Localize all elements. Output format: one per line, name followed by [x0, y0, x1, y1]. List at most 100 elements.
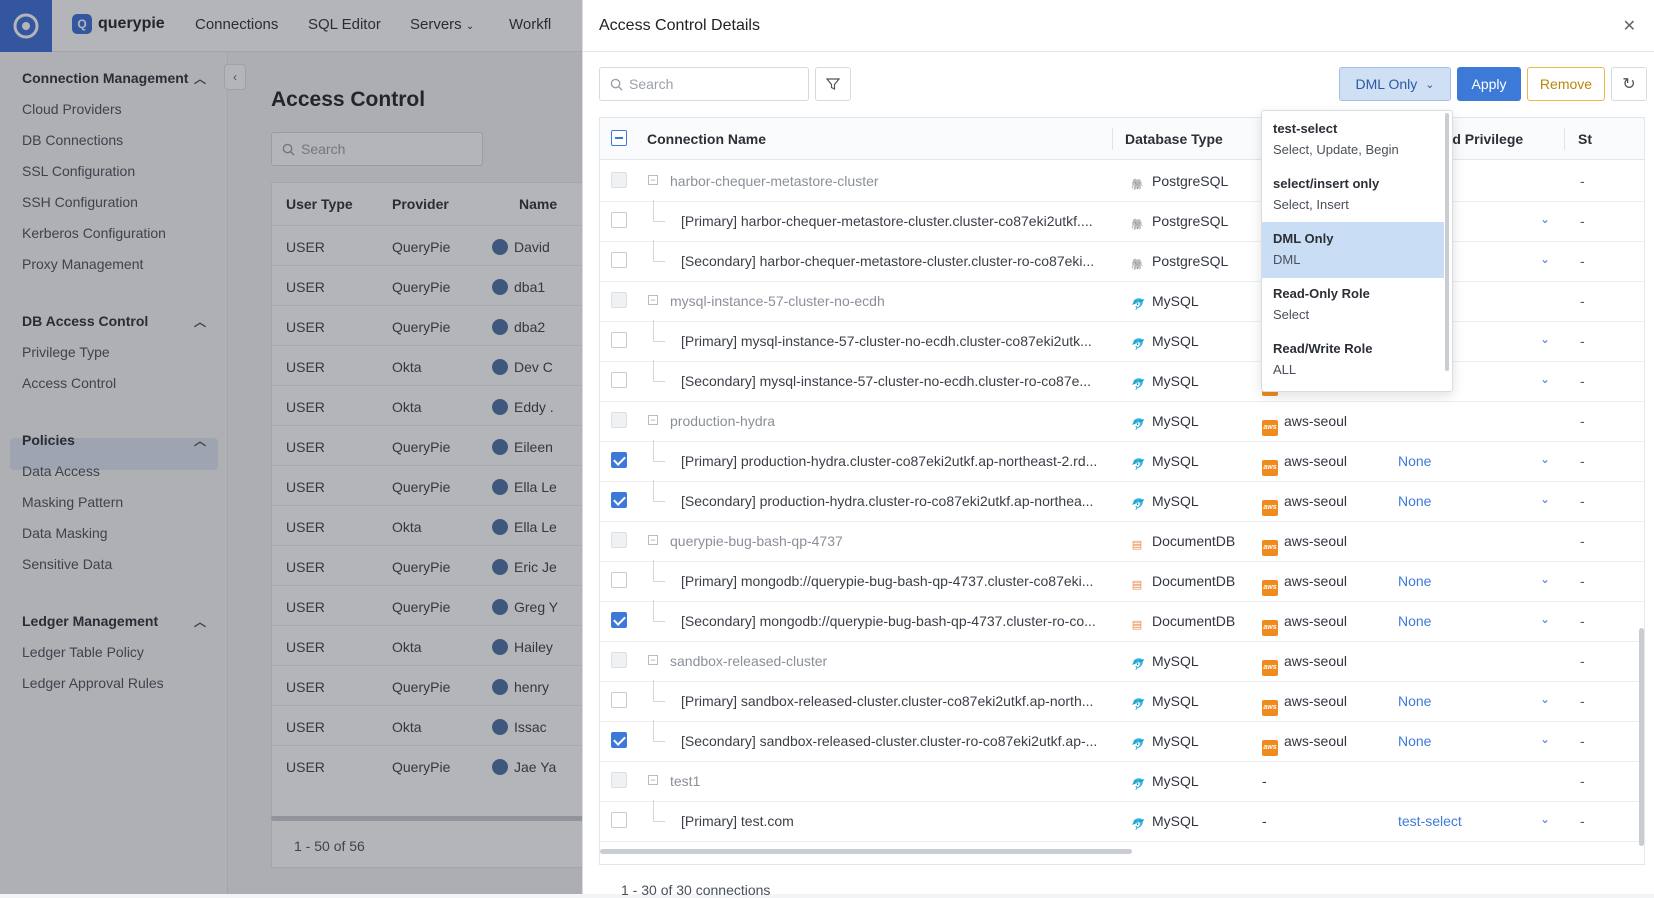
table-row[interactable]: [Primary] test.com 🐬 MySQL - test-select ⌄ -: [600, 800, 1644, 842]
chevron-down-icon: ⌄: [1425, 78, 1435, 91]
chevron-down-icon[interactable]: ⌄: [1540, 692, 1550, 706]
dropdown-option[interactable]: Read-Only Role Select: [1262, 277, 1444, 333]
status-cell: -: [1580, 253, 1585, 269]
refresh-button[interactable]: ↻: [1611, 67, 1647, 101]
chevron-down-icon[interactable]: ⌄: [1540, 732, 1550, 746]
table-row[interactable]: − test1 🐬 MySQL - -: [600, 760, 1644, 802]
documentdb-icon: ▤: [1131, 539, 1143, 551]
row-checkbox[interactable]: [611, 692, 627, 708]
access-control-details-panel: Access Control Details ✕ Search DML Only…: [582, 0, 1654, 898]
chevron-down-icon[interactable]: ⌄: [1540, 492, 1550, 506]
chevron-down-icon[interactable]: ⌄: [1540, 612, 1550, 626]
select-all-checkbox[interactable]: [611, 130, 627, 146]
dropdown-option[interactable]: Read/Write Role ALL: [1262, 332, 1444, 388]
status-cell: -: [1580, 373, 1585, 389]
assigned-privilege[interactable]: None: [1398, 693, 1431, 709]
postgresql-icon: 🐘: [1130, 219, 1144, 231]
row-checkbox[interactable]: [611, 452, 627, 468]
row-checkbox[interactable]: [611, 572, 627, 588]
table-row[interactable]: [Primary] sandbox-released-cluster.clust…: [600, 680, 1644, 722]
table-row[interactable]: [Primary] production-hydra.cluster-co87e…: [600, 440, 1644, 482]
tree-line: [653, 480, 654, 501]
modal-overlay[interactable]: [0, 0, 582, 894]
documentdb-icon: ▤: [1131, 619, 1143, 631]
column-separator[interactable]: [1112, 128, 1113, 150]
chevron-down-icon[interactable]: ⌄: [1540, 812, 1550, 826]
row-checkbox[interactable]: [611, 612, 627, 628]
privilege-select[interactable]: DML Only ⌄: [1339, 67, 1451, 101]
horizontal-scrollbar[interactable]: [600, 849, 1132, 854]
column-status[interactable]: St: [1578, 131, 1592, 147]
tree-expand-icon[interactable]: −: [648, 295, 658, 305]
connection-name: [Primary] mongodb://querypie-bug-bash-qp…: [681, 573, 1094, 589]
cloud-region: aws-seoul: [1284, 413, 1348, 429]
vertical-scrollbar[interactable]: [1639, 628, 1644, 846]
tree-expand-icon[interactable]: −: [648, 775, 658, 785]
dropdown-option[interactable]: test-select Select, Update, Begin: [1262, 112, 1444, 168]
column-database-type[interactable]: Database Type: [1125, 131, 1223, 147]
status-cell: -: [1580, 333, 1585, 349]
assigned-privilege[interactable]: None: [1398, 453, 1431, 469]
tree-expand-icon[interactable]: −: [648, 415, 658, 425]
table-row[interactable]: [Secondary] mongodb://querypie-bug-bash-…: [600, 600, 1644, 642]
tree-expand-icon[interactable]: −: [648, 175, 658, 185]
tree-expand-icon[interactable]: −: [648, 655, 658, 665]
mysql-icon: 🐬: [1130, 459, 1144, 471]
dropdown-option[interactable]: DML Only DML: [1262, 222, 1444, 278]
chevron-down-icon[interactable]: ⌄: [1540, 212, 1550, 226]
table-row[interactable]: − harbor-chequer-metastore-cluster 🐘 Postgr…: [600, 160, 1644, 202]
tree-expand-icon[interactable]: −: [648, 535, 658, 545]
row-checkbox[interactable]: [611, 812, 627, 828]
column-connection-name[interactable]: Connection Name: [647, 131, 766, 147]
connection-name: [Secondary] mysql-instance-57-cluster-no…: [681, 373, 1092, 389]
table-row[interactable]: [Primary] mysql-instance-57-cluster-no-e…: [600, 320, 1644, 362]
connections-table: Connection Name Database Type ssigned Pr…: [599, 117, 1645, 865]
chevron-down-icon[interactable]: ⌄: [1540, 372, 1550, 386]
row-checkbox[interactable]: [611, 732, 627, 748]
assigned-privilege[interactable]: None: [1398, 613, 1431, 629]
assigned-privilege[interactable]: test-select: [1398, 813, 1462, 829]
table-row[interactable]: [Secondary] production-hydra.cluster-ro-…: [600, 480, 1644, 522]
database-type: PostgreSQL: [1152, 173, 1229, 189]
status-cell: -: [1580, 773, 1585, 789]
cloud-provider-cell: aws aws-seoul: [1262, 693, 1347, 716]
table-row[interactable]: [Secondary] mysql-instance-57-cluster-no…: [600, 360, 1644, 402]
database-type: PostgreSQL: [1152, 253, 1229, 269]
chevron-down-icon[interactable]: ⌄: [1540, 252, 1550, 266]
panel-search-input[interactable]: Search: [599, 67, 809, 101]
tree-line: [653, 741, 665, 742]
remove-button[interactable]: Remove: [1527, 67, 1605, 101]
close-icon[interactable]: ✕: [1623, 16, 1636, 36]
assigned-privilege[interactable]: None: [1398, 493, 1431, 509]
table-row[interactable]: − sandbox-released-cluster 🐬 MySQL aws aws-se…: [600, 640, 1644, 682]
row-checkbox[interactable]: [611, 492, 627, 508]
option-name: Read-Only Role: [1273, 286, 1370, 301]
cloud-provider-cell: aws aws-seoul: [1262, 453, 1347, 476]
row-checkbox[interactable]: [611, 372, 627, 388]
table-row[interactable]: [Primary] mongodb://querypie-bug-bash-qp…: [600, 560, 1644, 602]
table-row[interactable]: [Secondary] sandbox-released-cluster.clu…: [600, 720, 1644, 762]
aws-icon: aws: [1262, 620, 1278, 636]
assigned-privilege[interactable]: None: [1398, 733, 1431, 749]
tree-line: [653, 821, 665, 822]
database-type-cell: 🐬 MySQL: [1130, 733, 1199, 752]
filter-button[interactable]: [815, 67, 851, 101]
dropdown-scrollbar[interactable]: [1445, 113, 1449, 371]
assigned-privilege[interactable]: None: [1398, 573, 1431, 589]
table-row[interactable]: − production-hydra 🐬 MySQL aws aws-seoul -: [600, 400, 1644, 442]
database-type: MySQL: [1152, 453, 1199, 469]
table-row[interactable]: [Secondary] harbor-chequer-metastore-clu…: [600, 240, 1644, 282]
apply-button[interactable]: Apply: [1457, 67, 1521, 101]
chevron-down-icon[interactable]: ⌄: [1540, 452, 1550, 466]
database-type: DocumentDB: [1152, 533, 1236, 549]
dropdown-option[interactable]: select/insert only Select, Insert: [1262, 167, 1444, 223]
chevron-down-icon[interactable]: ⌄: [1540, 332, 1550, 346]
table-row[interactable]: − mysql-instance-57-cluster-no-ecdh 🐬 MySQL…: [600, 280, 1644, 322]
row-checkbox[interactable]: [611, 252, 627, 268]
row-checkbox[interactable]: [611, 332, 627, 348]
table-row[interactable]: [Primary] harbor-chequer-metastore-clust…: [600, 200, 1644, 242]
row-checkbox[interactable]: [611, 212, 627, 228]
chevron-down-icon[interactable]: ⌄: [1540, 572, 1550, 586]
column-separator[interactable]: [1564, 128, 1565, 150]
table-row[interactable]: − querypie-bug-bash-qp-4737 ▤ DocumentDB aws…: [600, 520, 1644, 562]
